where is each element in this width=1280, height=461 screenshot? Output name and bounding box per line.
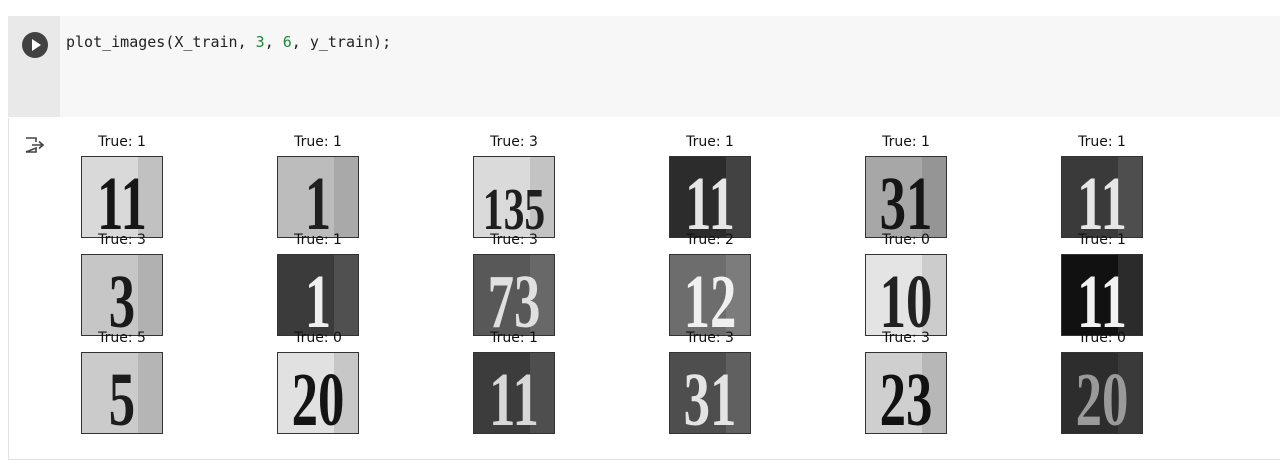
digit-image-pixels: 20: [278, 353, 358, 433]
digit-image-pixels: 3: [82, 255, 162, 335]
image-title: True: 0: [294, 330, 342, 346]
image-title: True: 3: [98, 232, 146, 248]
image-title: True: 3: [490, 134, 538, 150]
image-title: True: 1: [294, 134, 342, 150]
image-title: True: 2: [686, 232, 734, 248]
image-title: True: 1: [1078, 134, 1126, 150]
digit-image-pixels: 23: [866, 353, 946, 433]
digit-image-pixels: 20: [1062, 353, 1142, 433]
digit-image: 135: [473, 156, 555, 238]
digit-glyphs: 11: [489, 359, 539, 433]
digit-image-pixels: 73: [474, 255, 554, 335]
code-line[interactable]: plot_images(X_train, 3, 6, y_train);: [66, 33, 391, 51]
digit-glyphs: 12: [684, 261, 737, 335]
image-title: True: 1: [490, 330, 538, 346]
digit-image-pixels: 31: [866, 157, 946, 237]
digit-glyphs: 11: [1077, 261, 1127, 335]
digit-glyphs: 1: [305, 163, 331, 237]
digit-image: 73: [473, 254, 555, 336]
code-number-cols: 6: [282, 33, 292, 51]
digit-image-pixels: 1: [278, 255, 358, 335]
digit-glyphs: 31: [880, 163, 933, 237]
play-icon: [32, 39, 41, 51]
digit-image: 31: [669, 352, 751, 434]
digit-glyphs: 11: [1077, 163, 1127, 237]
digit-image-pixels: 12: [670, 255, 750, 335]
digit-glyphs: 11: [685, 163, 735, 237]
digit-glyphs: 73: [488, 261, 541, 335]
digit-image: 20: [277, 352, 359, 434]
image-title: True: 5: [98, 330, 146, 346]
digit-image: 12: [669, 254, 751, 336]
image-title: True: 3: [882, 330, 930, 346]
image-shade: [334, 255, 358, 335]
image-shade: [138, 255, 162, 335]
digit-image-pixels: 1: [278, 157, 358, 237]
image-title: True: 1: [1078, 232, 1126, 248]
code-token: , y_train);: [291, 33, 392, 51]
code-editor[interactable]: [60, 16, 1280, 117]
digit-image: 23: [865, 352, 947, 434]
digit-glyphs: 10: [880, 261, 933, 335]
digit-image-pixels: 11: [1062, 157, 1142, 237]
image-title: True: 3: [686, 330, 734, 346]
digit-glyphs: 20: [1076, 359, 1129, 433]
digit-image: 20: [1061, 352, 1143, 434]
digit-image: 3: [81, 254, 163, 336]
digit-image: 11: [669, 156, 751, 238]
digit-image-pixels: 11: [670, 157, 750, 237]
digit-glyphs: 3: [109, 261, 135, 335]
digit-image: 10: [865, 254, 947, 336]
digit-glyphs: 1: [305, 261, 331, 335]
image-shade: [138, 353, 162, 433]
image-title: True: 0: [1078, 330, 1126, 346]
image-title: True: 1: [98, 134, 146, 150]
output-arrow-icon[interactable]: [24, 136, 46, 154]
code-number-rows: 3: [255, 33, 265, 51]
digit-image: 1: [277, 254, 359, 336]
digit-image: 11: [473, 352, 555, 434]
digit-image: 31: [865, 156, 947, 238]
digit-image-pixels: 135: [474, 157, 554, 237]
digit-image-pixels: 5: [82, 353, 162, 433]
run-cell-button[interactable]: [22, 32, 48, 58]
code-token: plot_images(X_train,: [66, 33, 256, 51]
code-token: ,: [264, 33, 283, 51]
digit-image: 11: [1061, 156, 1143, 238]
digit-glyphs: 20: [292, 359, 345, 433]
digit-image: 1: [277, 156, 359, 238]
digit-glyphs: 135: [483, 177, 545, 237]
digit-image-pixels: 11: [1062, 255, 1142, 335]
digit-image-pixels: 31: [670, 353, 750, 433]
image-title: True: 0: [882, 232, 930, 248]
digit-image: 11: [1061, 254, 1143, 336]
image-shade: [334, 157, 358, 237]
image-title: True: 1: [882, 134, 930, 150]
digit-glyphs: 5: [109, 359, 135, 433]
digit-glyphs: 31: [684, 359, 737, 433]
image-title: True: 1: [686, 134, 734, 150]
digit-glyphs: 23: [880, 359, 933, 433]
image-title: True: 1: [294, 232, 342, 248]
digit-image-pixels: 11: [82, 157, 162, 237]
digit-image-pixels: 10: [866, 255, 946, 335]
digit-glyphs: 11: [97, 163, 147, 237]
digit-image: 11: [81, 156, 163, 238]
image-title: True: 3: [490, 232, 538, 248]
digit-image-pixels: 11: [474, 353, 554, 433]
digit-image: 5: [81, 352, 163, 434]
